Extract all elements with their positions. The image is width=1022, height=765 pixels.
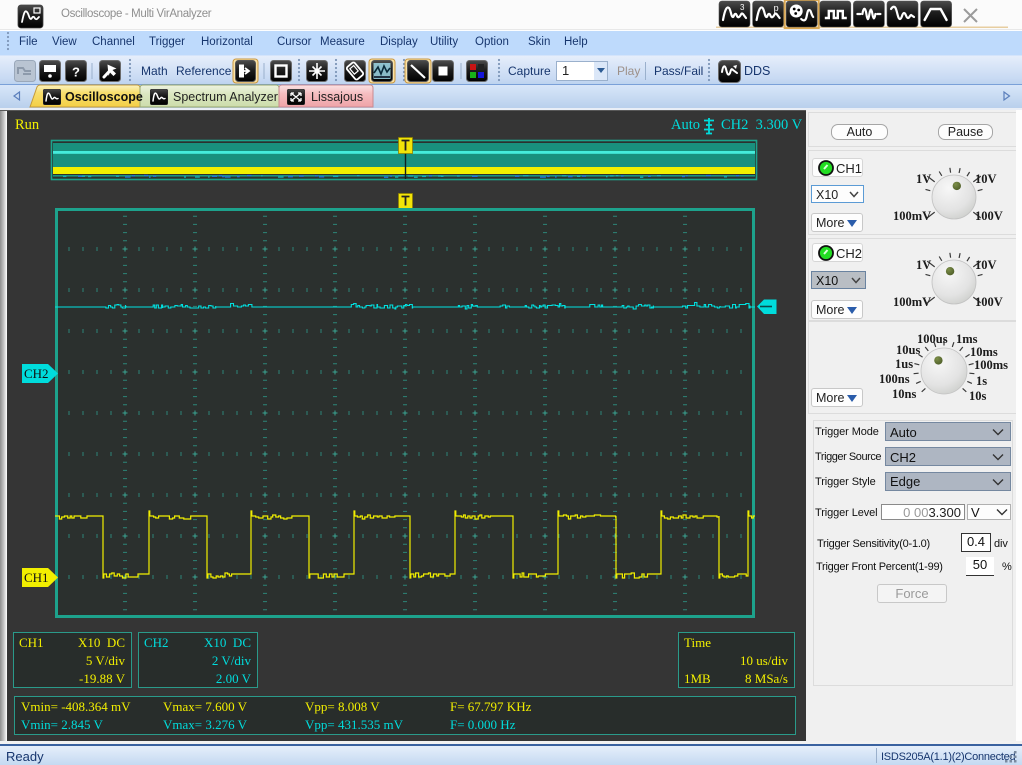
svg-text:CH1: CH1 — [24, 570, 49, 585]
svg-text:?: ? — [72, 65, 80, 80]
svg-text:CH2: CH2 — [24, 366, 49, 381]
